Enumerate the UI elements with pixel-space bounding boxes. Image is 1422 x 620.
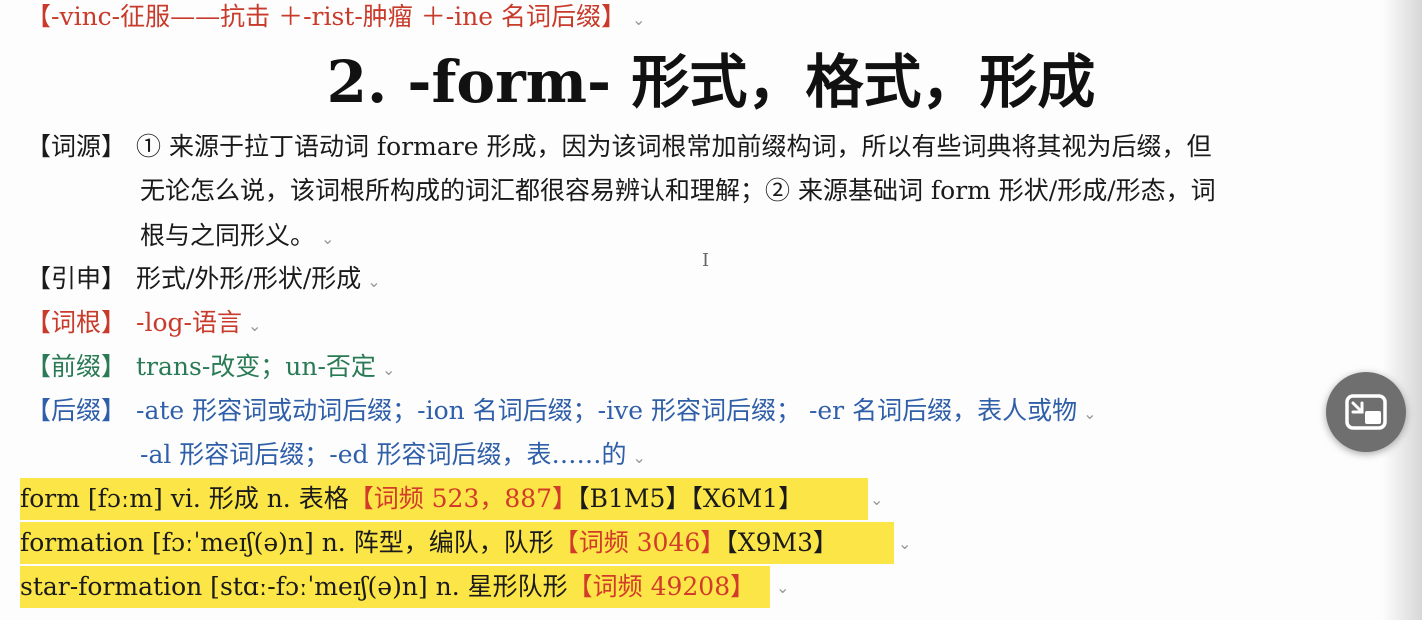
word-entry-text: formation [fɔːˈmeɪʃ(ə)n] n. 阵型，编队，队形 — [20, 528, 554, 557]
prefix-label: 【前缀】 — [26, 352, 127, 381]
root-text: -log-语言 — [136, 308, 242, 337]
prefix-line: 【前缀】 trans-改变；un-否定 ⌄ — [26, 350, 395, 387]
word-frequency: 【词频 3046】 — [553, 528, 726, 557]
etymology-text-3: 根与之同形义。 — [140, 221, 316, 250]
etymology-label: 【词源】 — [26, 132, 127, 161]
word-entry-text: star-formation [stɑː-fɔːˈmeɪʃ(ə)n] n. 星形… — [20, 572, 568, 601]
extension-line: 【引申】 形式/外形/形状/形成 ⌄ — [26, 262, 381, 299]
picture-in-picture-button[interactable] — [1326, 372, 1406, 452]
page-title-text: 2. -form- 形式，格式，形成 — [326, 48, 1096, 116]
page-title: 2. -form- 形式，格式，形成 — [0, 47, 1422, 117]
etymology-line-1: 【词源】 ① 来源于拉丁语动词 formare 形成，因为该词根常加前缀构词，所以… — [26, 130, 1211, 164]
top-line-text: 【-vinc-征服——抗击 ＋-rist-肿瘤 ＋-ine 名词后缀】 — [26, 2, 627, 31]
root-line: 【词根】 -log-语言 ⌄ — [26, 306, 261, 343]
word-entry-text: form [fɔːm] vi. 形成 n. 表格 — [20, 484, 349, 513]
suffix-label: 【后缀】 — [26, 396, 127, 425]
etymology-text-1: ① 来源于拉丁语动词 formare 形成，因为该词根常加前缀构词，所以有些词典… — [136, 132, 1212, 161]
suffix-text-2: -al 形容词后缀；-ed 形容词后缀，表……的 — [140, 440, 627, 469]
document-page: 【-vinc-征服——抗击 ＋-rist-肿瘤 ＋-ine 名词后缀】 ⌄ 2. … — [0, 0, 1400, 620]
prefix-text: trans-改变；un-否定 — [136, 352, 376, 381]
word-tags: 【B1M5】【X6M1】 — [577, 484, 804, 513]
extension-label: 【引申】 — [26, 264, 127, 293]
etymology-line-2: 无论怎么说，该词根所构成的词汇都很容易辨认和理解；② 来源基础词 form 形状… — [140, 174, 1216, 208]
picture-in-picture-exit-icon — [1345, 394, 1387, 430]
text-cursor-icon: I — [702, 250, 710, 271]
word-frequency: 【词频 523，887】 — [348, 484, 578, 513]
etymology-line-3: 根与之同形义。 ⌄ — [140, 221, 335, 250]
extension-text: 形式/外形/形状/形成 — [136, 264, 362, 293]
root-label: 【词根】 — [26, 308, 127, 337]
word-entry-star-formation: star-formation [stɑː-fɔːˈmeɪʃ(ə)n] n. 星形… — [20, 566, 770, 608]
suffix-line-2: -al 形容词后缀；-ed 形容词后缀，表……的 ⌄ — [140, 440, 646, 469]
top-line: 【-vinc-征服——抗击 ＋-rist-肿瘤 ＋-ine 名词后缀】 ⌄ — [26, 2, 646, 31]
word-frequency: 【词频 49208】 — [567, 572, 756, 601]
word-entry-form: form [fɔːm] vi. 形成 n. 表格【词频 523，887】【B1M… — [20, 478, 868, 520]
page-edge-shadow — [1382, 0, 1422, 620]
word-entry-formation: formation [fɔːˈmeɪʃ(ə)n] n. 阵型，编队，队形【词频 … — [20, 522, 894, 564]
suffix-line-1: 【后缀】 -ate 形容词或动词后缀；-ion 名词后缀；-ive 形容词后缀； … — [26, 394, 1097, 431]
etymology-text-2: 无论怎么说，该词根所构成的词汇都很容易辨认和理解；② 来源基础词 form 形状… — [140, 176, 1216, 205]
suffix-text-1: -ate 形容词或动词后缀；-ion 名词后缀；-ive 形容词后缀； -er … — [136, 396, 1078, 425]
word-tags: 【X9M3】 — [725, 528, 838, 557]
